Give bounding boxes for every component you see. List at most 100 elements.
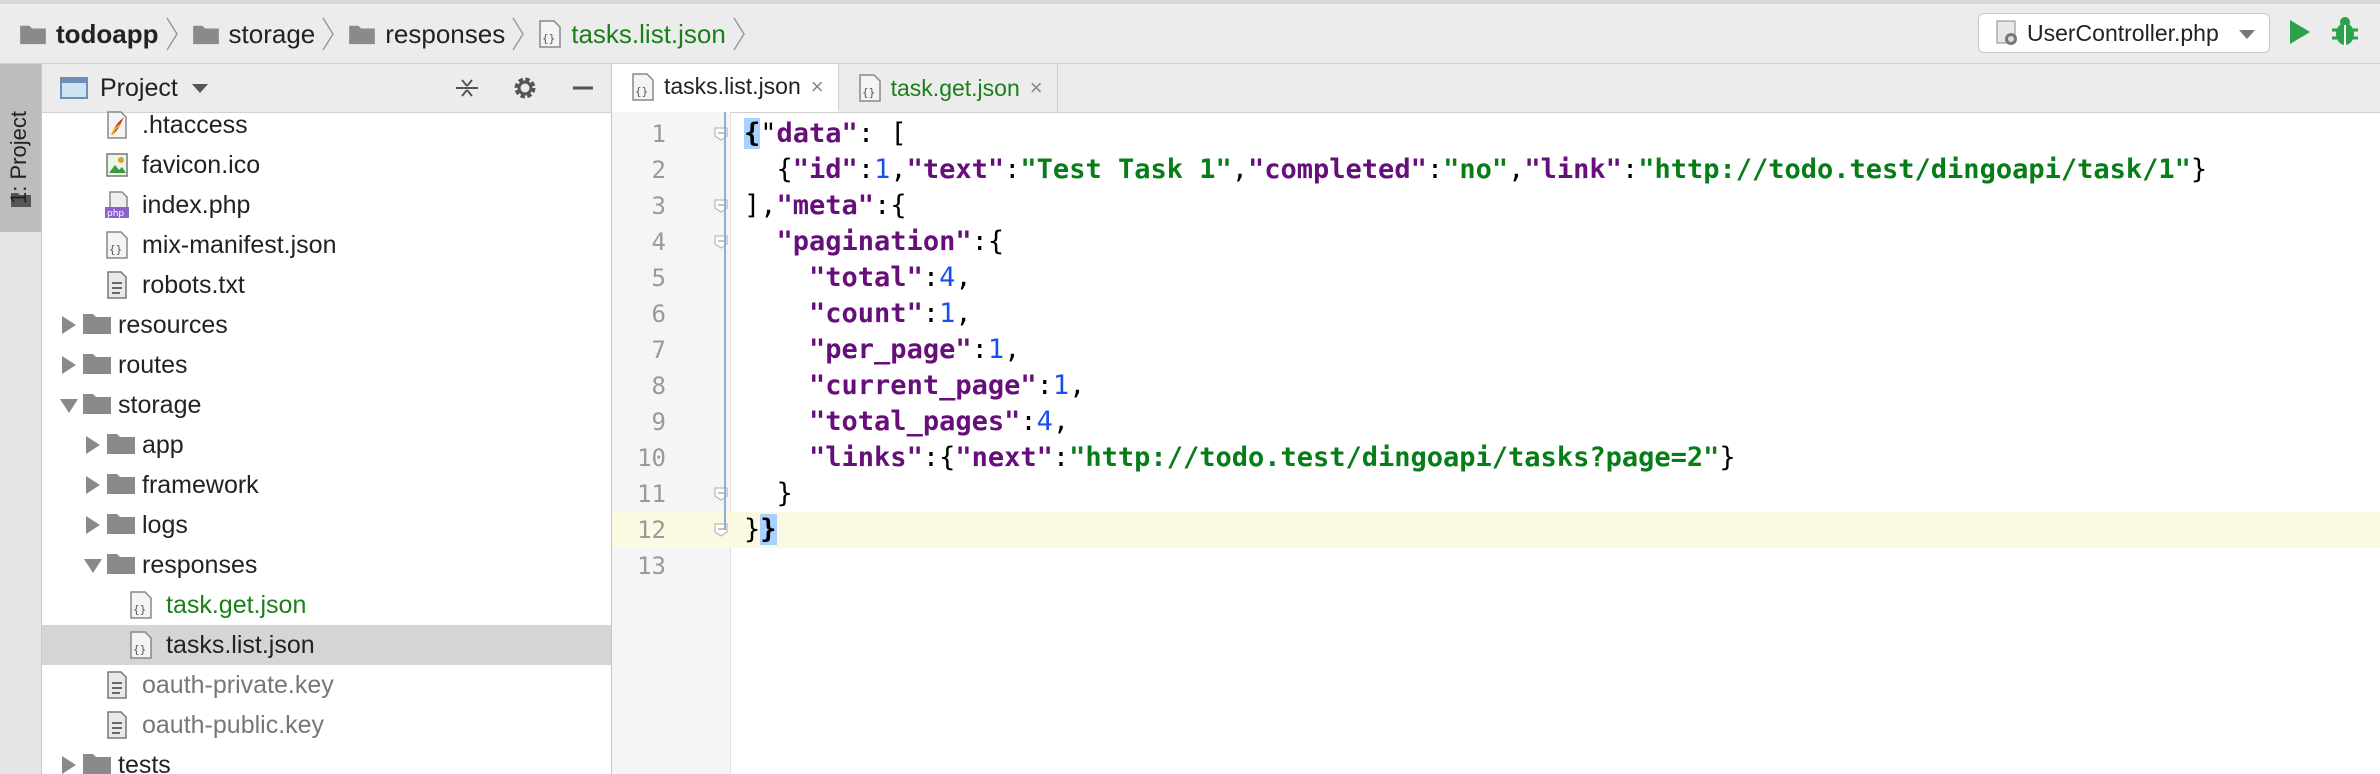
code-line[interactable]: 3],"meta":{ bbox=[612, 188, 2380, 224]
tree-item-label: tasks.list.json bbox=[166, 630, 315, 659]
line-number: 9 bbox=[651, 408, 666, 436]
code-line[interactable]: 12}} bbox=[612, 512, 2380, 548]
code-line[interactable]: 6 "count":1, bbox=[612, 296, 2380, 332]
code-line[interactable]: 7 "per_page":1, bbox=[612, 332, 2380, 368]
chevron-right-icon[interactable] bbox=[86, 476, 100, 494]
code-text: "total":4, bbox=[744, 260, 972, 296]
code-line[interactable]: 10 "links":{"next":"http://todo.test/din… bbox=[612, 440, 2380, 476]
json-punctuation: : bbox=[1036, 370, 1053, 401]
tree-item[interactable]: app bbox=[42, 425, 611, 465]
chevron-right-icon[interactable] bbox=[62, 356, 76, 374]
collapse-all-icon[interactable] bbox=[453, 74, 481, 102]
run-configuration-selector[interactable]: UserController.php bbox=[1978, 13, 2270, 53]
tree-item-label: robots.txt bbox=[142, 270, 245, 299]
editor-tab-bar: {} tasks.list.json × {} task.get.json × bbox=[612, 64, 2380, 113]
breadcrumb-item[interactable]: storage bbox=[191, 19, 315, 50]
chevron-down-icon[interactable] bbox=[191, 83, 208, 93]
tree-item[interactable]: tests bbox=[42, 745, 611, 774]
tree-item[interactable]: {} mix-manifest.json bbox=[42, 225, 611, 265]
code-editor[interactable]: 1 {"data": [2 {"id":1,"text":"Test Task 1… bbox=[612, 116, 2380, 584]
project-panel: Project .htaccess favicon.ico php index.php… bbox=[42, 64, 612, 774]
code-line[interactable]: 2 {"id":1,"text":"Test Task 1","complete… bbox=[612, 152, 2380, 188]
json-punctuation: :{ bbox=[922, 442, 956, 473]
json-key: "count" bbox=[809, 298, 923, 329]
line-number: 4 bbox=[651, 228, 666, 256]
editor-tab[interactable]: {} task.get.json × bbox=[839, 64, 1058, 112]
chevron-down-icon[interactable] bbox=[60, 399, 78, 413]
run-icon[interactable] bbox=[2290, 20, 2310, 44]
breadcrumb-separator-icon bbox=[165, 17, 178, 51]
chevron-right-icon[interactable] bbox=[62, 316, 76, 334]
breadcrumb-item[interactable]: {} tasks.list.json bbox=[537, 19, 726, 50]
chevron-right-icon[interactable] bbox=[86, 516, 100, 534]
json-punctuation bbox=[744, 298, 809, 329]
json-punctuation: : bbox=[922, 298, 940, 329]
hide-panel-icon[interactable] bbox=[569, 74, 597, 102]
code-line[interactable]: 5 "total":4, bbox=[612, 260, 2380, 296]
tree-item-label: oauth-public.key bbox=[142, 710, 325, 739]
gear-icon[interactable] bbox=[511, 74, 539, 102]
json-punctuation: } bbox=[744, 514, 761, 545]
line-number: 11 bbox=[637, 480, 666, 508]
editor-tab[interactable]: {} tasks.list.json × bbox=[612, 64, 839, 112]
close-icon[interactable]: × bbox=[1030, 75, 1043, 101]
folder-icon bbox=[106, 471, 136, 499]
breadcrumb-item[interactable]: responses bbox=[347, 19, 505, 50]
tree-item[interactable]: {} task.get.json bbox=[42, 585, 611, 625]
project-tool-tab[interactable]: 1: Project bbox=[0, 64, 41, 232]
tree-item[interactable]: robots.txt bbox=[42, 265, 611, 305]
close-icon[interactable]: × bbox=[811, 74, 824, 100]
json-punctuation: : bbox=[922, 262, 940, 293]
code-text: }} bbox=[744, 512, 777, 548]
debug-bug-icon[interactable] bbox=[2330, 16, 2360, 48]
code-line[interactable]: 8 "current_page":1, bbox=[612, 368, 2380, 404]
tree-item[interactable]: .htaccess bbox=[42, 105, 611, 145]
json-key: "pagination" bbox=[776, 226, 972, 257]
json-punctuation bbox=[744, 442, 809, 473]
line-number: 13 bbox=[637, 552, 666, 580]
code-line[interactable]: 9 "total_pages":4, bbox=[612, 404, 2380, 440]
json-punctuation: : bbox=[971, 334, 988, 365]
tree-item[interactable]: storage bbox=[42, 385, 611, 425]
json-file-icon: {} bbox=[104, 231, 134, 259]
tree-item[interactable]: logs bbox=[42, 505, 611, 545]
tree-item[interactable]: {} tasks.list.json bbox=[42, 625, 611, 665]
code-line[interactable]: 4 "pagination":{ bbox=[612, 224, 2380, 260]
tree-item-label: tests bbox=[118, 750, 171, 774]
matched-brace: { bbox=[744, 118, 761, 149]
tree-item[interactable]: oauth-private.key bbox=[42, 665, 611, 705]
image-file-icon bbox=[104, 151, 134, 179]
tree-item-label: routes bbox=[118, 350, 188, 379]
tree-item[interactable]: favicon.ico bbox=[42, 145, 611, 185]
chevron-right-icon[interactable] bbox=[62, 756, 76, 774]
line-number: 3 bbox=[651, 192, 666, 220]
chevron-down-icon[interactable] bbox=[84, 559, 102, 573]
tree-item-label: resources bbox=[118, 310, 228, 339]
chevron-right-icon[interactable] bbox=[86, 436, 100, 454]
tree-item[interactable]: framework bbox=[42, 465, 611, 505]
tool-window-strip: 1: Project bbox=[0, 64, 42, 774]
tree-item[interactable]: oauth-public.key bbox=[42, 705, 611, 745]
json-file-icon: {} bbox=[128, 591, 158, 619]
json-punctuation: " bbox=[760, 118, 777, 149]
folder-icon bbox=[18, 23, 48, 45]
tree-item[interactable]: resources bbox=[42, 305, 611, 345]
json-punctuation: : bbox=[857, 154, 875, 185]
svg-text:{}: {} bbox=[862, 86, 875, 99]
breadcrumb-item[interactable]: todoapp bbox=[18, 19, 159, 50]
folder-icon bbox=[191, 23, 221, 45]
json-number: 1 bbox=[874, 154, 891, 185]
project-panel-title[interactable]: Project bbox=[100, 74, 178, 103]
code-text: } bbox=[744, 476, 793, 512]
json-number: 1 bbox=[987, 334, 1005, 365]
code-line[interactable]: 1 {"data": [ bbox=[612, 116, 2380, 152]
tree-item[interactable]: php index.php bbox=[42, 185, 611, 225]
tree-item[interactable]: responses bbox=[42, 545, 611, 585]
code-line[interactable]: 11 } bbox=[612, 476, 2380, 512]
breadcrumb: todoapp storage responses {} tasks.list.json bbox=[18, 4, 758, 64]
json-string: "Test Task 1" bbox=[1020, 154, 1232, 185]
code-line[interactable]: 13 bbox=[612, 548, 2380, 584]
json-punctuation: } bbox=[744, 478, 793, 509]
tree-item[interactable]: routes bbox=[42, 345, 611, 385]
json-punctuation: : bbox=[1052, 442, 1070, 473]
